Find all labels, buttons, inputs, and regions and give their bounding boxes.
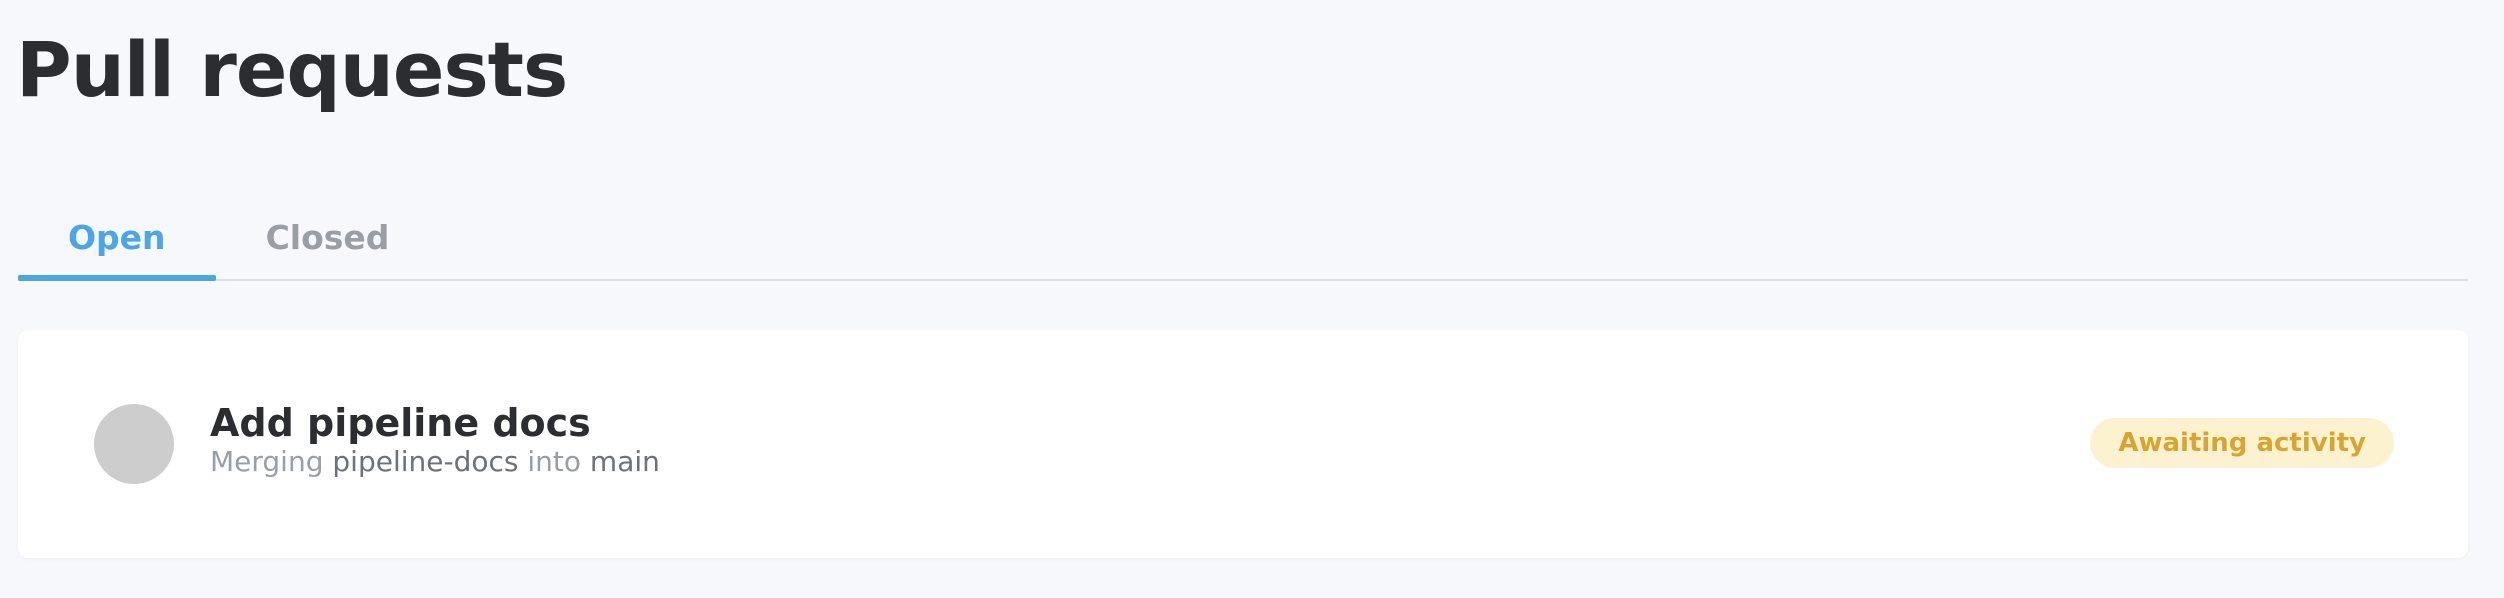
into-label: into: [527, 445, 582, 478]
pull-request-title[interactable]: Add pipeline docs: [210, 400, 591, 446]
page-title: Pull requests: [16, 25, 568, 114]
avatar: [94, 404, 174, 484]
pull-request-branch-info: Merging pipeline-docs into main: [210, 445, 660, 479]
target-branch: main: [589, 445, 660, 478]
pull-request-card[interactable]: Add pipeline docs Merging pipeline-docs …: [18, 330, 2468, 558]
tab-closed[interactable]: Closed: [216, 195, 440, 279]
merging-label: Merging: [210, 445, 324, 478]
pull-request-tabs: Open Closed: [18, 195, 2468, 281]
status-badge: Awaiting activity: [2090, 418, 2394, 468]
tab-open[interactable]: Open: [18, 195, 216, 281]
source-branch: pipeline-docs: [332, 445, 519, 478]
